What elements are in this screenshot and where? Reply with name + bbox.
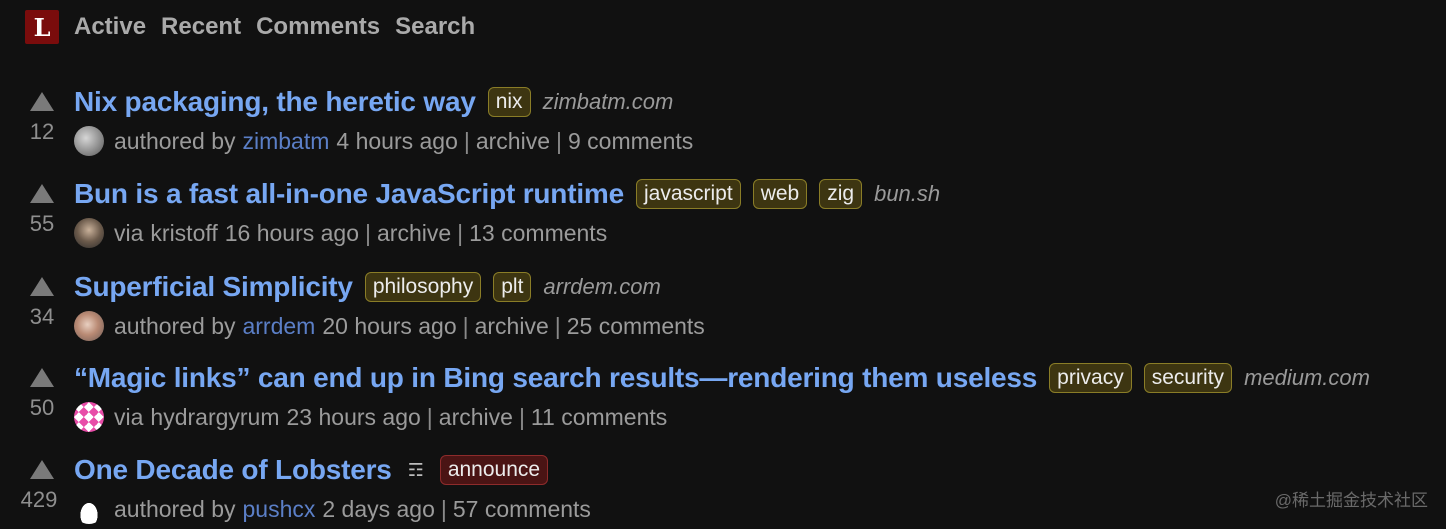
story-title-link[interactable]: Superficial Simplicity — [74, 271, 353, 303]
story-title-link[interactable]: “Magic links” can end up in Bing search … — [74, 362, 1037, 394]
author-link[interactable]: arrdem — [242, 313, 315, 340]
avatar[interactable] — [74, 402, 104, 432]
byline-prefix: authored by — [114, 495, 236, 522]
comments-link[interactable]: 25 comments — [567, 313, 705, 340]
byline-prefix: authored by — [114, 127, 236, 154]
story-title-link[interactable]: One Decade of Lobsters — [74, 454, 392, 486]
story-score: 50 — [29, 395, 55, 420]
tag-zig[interactable]: zig — [819, 178, 863, 210]
site-logo[interactable]: L — [25, 10, 59, 44]
byline-prefix: via — [114, 403, 144, 430]
separator: | — [462, 312, 469, 339]
separator: | — [440, 495, 447, 522]
story-time[interactable]: 2 days ago — [322, 496, 435, 523]
story-title-line: One Decade of Lobsters ☶ announce — [74, 452, 560, 488]
avatar[interactable] — [74, 311, 104, 341]
voter: 12 — [26, 92, 58, 143]
story-title-link[interactable]: Bun is a fast all-in-one JavaScript runt… — [74, 178, 624, 210]
story-byline: authored by zimbatm 4 hours ago | archiv… — [74, 124, 693, 158]
story-time[interactable]: 23 hours ago — [287, 404, 421, 431]
separator: | — [365, 219, 371, 246]
story-byline: authored by arrdem 20 hours ago | archiv… — [74, 309, 705, 343]
voter: 55 — [26, 184, 58, 235]
story-time[interactable]: 4 hours ago — [336, 128, 457, 155]
tag-philosophy[interactable]: philosophy — [364, 271, 482, 303]
nav-active[interactable]: Active — [74, 13, 146, 41]
story-time[interactable]: 20 hours ago — [322, 313, 456, 340]
story-score: 429 — [20, 487, 58, 512]
archive-link[interactable]: archive — [439, 404, 513, 431]
author-link[interactable]: pushcx — [242, 496, 315, 523]
separator: | — [463, 127, 470, 154]
story-score: 34 — [29, 304, 55, 329]
story-score: 55 — [29, 211, 55, 236]
avatar[interactable] — [74, 494, 104, 524]
upvote-arrow-icon[interactable] — [30, 184, 54, 203]
separator: | — [457, 219, 464, 246]
byline-prefix: authored by — [114, 312, 236, 339]
archive-link[interactable]: archive — [475, 313, 549, 340]
story-title-line: Superficial Simplicity philosophy plt ar… — [74, 269, 661, 305]
author-link[interactable]: hydrargyrum — [150, 404, 279, 431]
story-score: 12 — [29, 119, 55, 144]
author-link[interactable]: zimbatm — [242, 128, 329, 155]
avatar[interactable] — [74, 126, 104, 156]
nav-recent[interactable]: Recent — [161, 13, 241, 41]
story-domain[interactable]: medium.com — [1244, 365, 1370, 391]
separator: | — [518, 403, 525, 430]
byline-prefix: via — [114, 219, 144, 246]
separator: | — [556, 127, 562, 154]
story-title-link[interactable]: Nix packaging, the heretic way — [74, 86, 476, 118]
comments-link[interactable]: 57 comments — [453, 496, 591, 523]
story-byline: via hydrargyrum 23 hours ago | archive |… — [74, 400, 667, 434]
tag-web[interactable]: web — [752, 178, 808, 210]
story-row: 429 One Decade of Lobsters ☶ announce au… — [0, 452, 1446, 529]
upvote-arrow-icon[interactable] — [30, 460, 54, 479]
logo-letter: L — [33, 13, 51, 42]
nav-comments[interactable]: Comments — [256, 13, 380, 41]
tag-plt[interactable]: plt — [493, 271, 532, 303]
story-row: 12 Nix packaging, the heretic way nix zi… — [0, 84, 1446, 174]
nav-search[interactable]: Search — [395, 13, 475, 41]
story-title-line: Bun is a fast all-in-one JavaScript runt… — [74, 176, 940, 212]
author-link[interactable]: kristoff — [150, 220, 217, 247]
archive-link[interactable]: archive — [476, 128, 550, 155]
header: L Active Recent Comments Search — [25, 10, 490, 44]
comments-link[interactable]: 13 comments — [469, 220, 607, 247]
page: L Active Recent Comments Search 12 Nix p… — [0, 0, 1446, 529]
story-title-line: Nix packaging, the heretic way nix zimba… — [74, 84, 673, 120]
tag-nix[interactable]: nix — [487, 86, 531, 118]
story-byline: via kristoff 16 hours ago | archive | 13… — [74, 216, 607, 250]
upvote-arrow-icon[interactable] — [30, 277, 54, 296]
voter: 50 — [26, 368, 58, 419]
story-row: 34 Superficial Simplicity philosophy plt… — [0, 269, 1446, 359]
separator: | — [554, 312, 561, 339]
voter: 34 — [26, 277, 58, 328]
story-row: 55 Bun is a fast all-in-one JavaScript r… — [0, 176, 1446, 266]
tag-privacy[interactable]: privacy — [1049, 362, 1132, 394]
story-time[interactable]: 16 hours ago — [225, 220, 359, 247]
separator: | — [426, 403, 433, 430]
comments-link[interactable]: 11 comments — [531, 404, 667, 431]
story-domain[interactable]: arrdem.com — [543, 274, 660, 300]
story-domain[interactable]: zimbatm.com — [543, 89, 674, 115]
tag-announce[interactable]: announce — [439, 454, 549, 486]
avatar[interactable] — [74, 218, 104, 248]
upvote-arrow-icon[interactable] — [30, 92, 54, 111]
story-title-line: “Magic links” can end up in Bing search … — [74, 360, 1370, 396]
comments-link[interactable]: 9 comments — [568, 128, 693, 155]
description-icon: ☶ — [407, 460, 424, 480]
story-domain[interactable]: bun.sh — [874, 181, 940, 207]
story-row: 50 “Magic links” can end up in Bing sear… — [0, 360, 1446, 450]
tag-javascript[interactable]: javascript — [635, 178, 741, 210]
voter: 429 — [21, 460, 58, 511]
watermark: @稀土掘金技术社区 — [1274, 491, 1428, 510]
tag-security[interactable]: security — [1143, 362, 1233, 394]
upvote-arrow-icon[interactable] — [30, 368, 54, 387]
archive-link[interactable]: archive — [377, 220, 451, 247]
story-byline: authored by pushcx 2 days ago | 57 comme… — [74, 492, 591, 526]
